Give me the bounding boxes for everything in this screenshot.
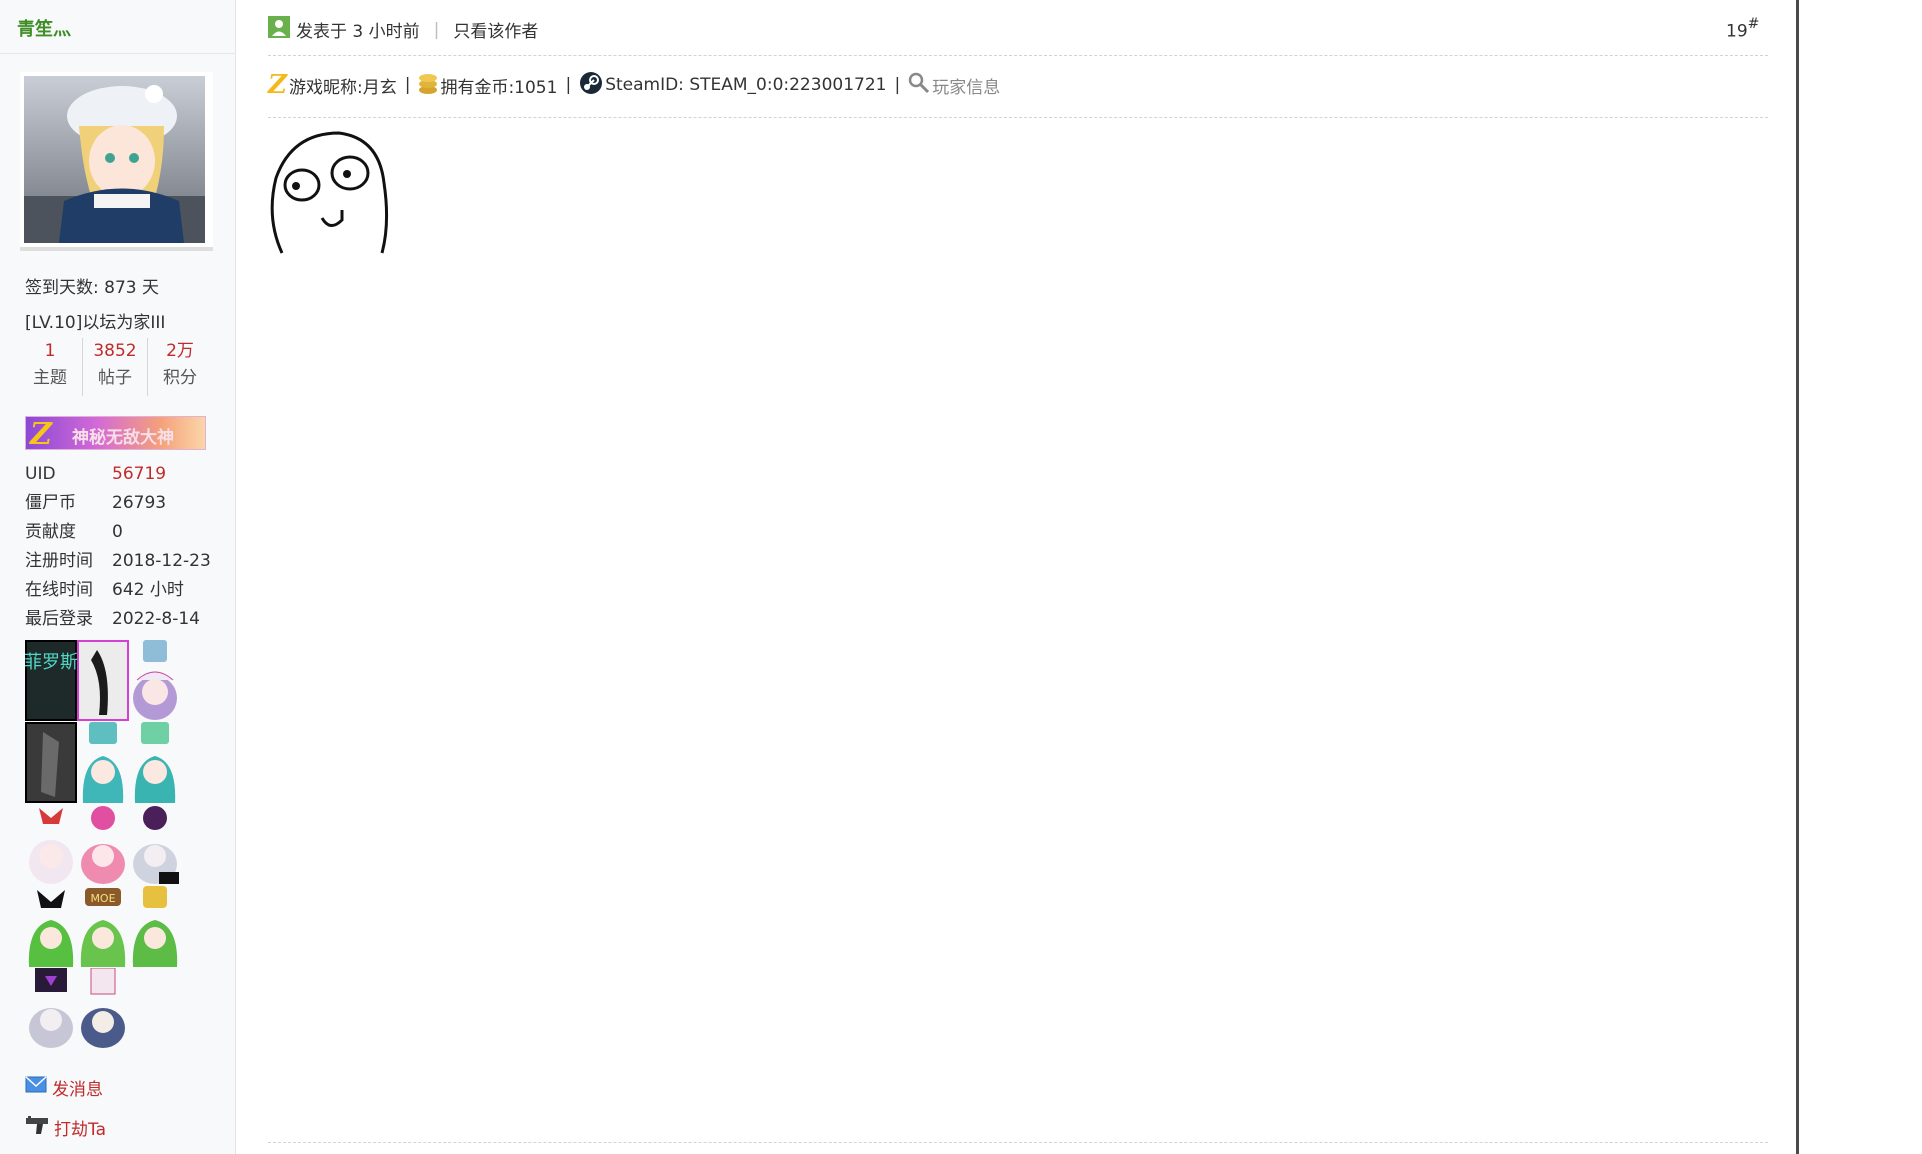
floor-value: 19 — [1726, 21, 1748, 42]
profile-row-online: 在线时间 642 小时 — [25, 576, 225, 605]
stat-number: 1 — [44, 341, 56, 361]
profile-value: 642 小时 — [112, 580, 184, 600]
profile-row-uid: UID 56719 — [25, 460, 225, 489]
medal-icon[interactable] — [129, 804, 181, 885]
rob-link[interactable]: 打劫Ta — [25, 1115, 106, 1140]
steam-id: SteamID: STEAM_0:0:223001721 — [605, 75, 887, 95]
steam-icon — [579, 71, 603, 100]
profile-row-register: 注册时间 2018-12-23 — [25, 547, 225, 576]
game-info-bar: Z 游戏昵称:月玄 | 拥有金币:1051 | SteamID: STEAM_0… — [268, 70, 1000, 100]
profile-info: UID 56719 僵尸币 26793 贡献度 0 注册时间 2018-12-2… — [25, 460, 225, 634]
envelope-icon — [25, 1076, 47, 1099]
rob-label: 打劫Ta — [54, 1120, 106, 1140]
stat-label: 帖子 — [98, 368, 132, 388]
medal-icon[interactable]: MOE — [77, 886, 129, 967]
divider — [0, 53, 236, 54]
profile-value: 0 — [112, 522, 123, 542]
group-medal-bar: Z 神秘无敌大神 — [25, 416, 206, 450]
signin-days: 签到天数: 873 天 — [25, 278, 159, 298]
group-title: 神秘无敌大神 — [72, 428, 174, 448]
medal-icon[interactable] — [129, 640, 181, 721]
medal-icon[interactable] — [77, 722, 129, 803]
profile-row-contribution: 贡献度 0 — [25, 518, 225, 547]
rage-face-emoticon — [264, 128, 394, 262]
profile-key: 僵尸币 — [25, 493, 76, 513]
svg-text:MOE: MOE — [90, 892, 115, 905]
coin-icon — [418, 71, 438, 100]
floor-number[interactable]: 19# — [1726, 16, 1760, 42]
medal-icon[interactable] — [25, 886, 77, 967]
medal-icon[interactable] — [77, 804, 129, 885]
medal-icon[interactable]: 菲罗斯 — [25, 640, 77, 721]
magnifier-icon — [908, 72, 930, 99]
separator: | — [894, 75, 901, 95]
coin-count: 拥有金币:1051 — [440, 77, 558, 98]
post-meta-bar: 发表于 3 小时前 | 只看该作者 — [268, 16, 538, 43]
medal-grid: 菲罗斯 MOE — [25, 640, 181, 1050]
medal-slot-empty — [129, 968, 181, 1049]
stat-number: 3852 — [93, 341, 137, 361]
separator: | — [404, 75, 411, 95]
page-right-border — [1796, 0, 1799, 1154]
send-message-label: 发消息 — [52, 1080, 103, 1100]
medal-icon[interactable] — [77, 640, 129, 721]
stat-points[interactable]: 2万 积分 — [148, 338, 212, 396]
z-logo-icon: Z — [30, 417, 52, 450]
medal-icon[interactable] — [25, 804, 77, 885]
player-info-link[interactable]: 玩家信息 — [932, 73, 1000, 98]
gun-icon — [25, 1115, 49, 1140]
separator: | — [433, 19, 440, 40]
profile-key: UID — [25, 464, 56, 484]
send-message-link[interactable]: 发消息 — [25, 1075, 103, 1100]
avatar[interactable] — [24, 76, 205, 243]
medal-icon[interactable] — [25, 722, 77, 803]
avatar-frame — [20, 72, 213, 251]
profile-value: 2018-12-23 — [112, 551, 211, 571]
medal-icon[interactable] — [129, 886, 181, 967]
medal-icon[interactable] — [77, 968, 129, 1049]
user-sidebar: 青笙灬 签到天数: 873 天 [LV.10]以坛为家III 1 主题 3852… — [0, 0, 236, 1154]
divider — [268, 117, 1768, 118]
stat-label: 主题 — [33, 368, 67, 388]
stat-label: 积分 — [163, 368, 197, 388]
profile-key: 注册时间 — [25, 551, 93, 571]
profile-value: 26793 — [112, 493, 167, 513]
stat-number: 2万 — [166, 341, 194, 361]
game-nickname: 游戏昵称:月玄 — [288, 77, 397, 98]
profile-key: 贡献度 — [25, 522, 76, 542]
user-stats: 1 主题 3852 帖子 2万 积分 — [18, 338, 212, 396]
divider — [268, 55, 1768, 56]
separator: | — [565, 75, 572, 95]
profile-key: 最后登录 — [25, 609, 93, 629]
profile-value: 2022-8-14 — [112, 609, 200, 629]
profile-key: 在线时间 — [25, 580, 93, 600]
user-level: [LV.10]以坛为家III — [25, 313, 166, 333]
only-author-link[interactable]: 只看该作者 — [453, 17, 538, 42]
username-link[interactable]: 青笙灬 — [17, 15, 71, 41]
medal-icon[interactable] — [25, 968, 77, 1049]
author-online-icon — [268, 16, 290, 43]
medal-icon[interactable] — [129, 722, 181, 803]
stat-topics[interactable]: 1 主题 — [18, 338, 83, 396]
divider — [268, 1142, 1768, 1143]
medal-text: 菲罗斯 — [25, 652, 77, 673]
floor-mark: # — [1747, 16, 1760, 32]
post-time: 发表于 3 小时前 — [296, 22, 420, 42]
profile-row-last-login: 最后登录 2022-8-14 — [25, 605, 225, 634]
stat-posts[interactable]: 3852 帖子 — [83, 338, 148, 396]
profile-value-uid[interactable]: 56719 — [112, 460, 166, 489]
profile-row-coins: 僵尸币 26793 — [25, 489, 225, 518]
z-logo-icon: Z — [268, 70, 287, 100]
